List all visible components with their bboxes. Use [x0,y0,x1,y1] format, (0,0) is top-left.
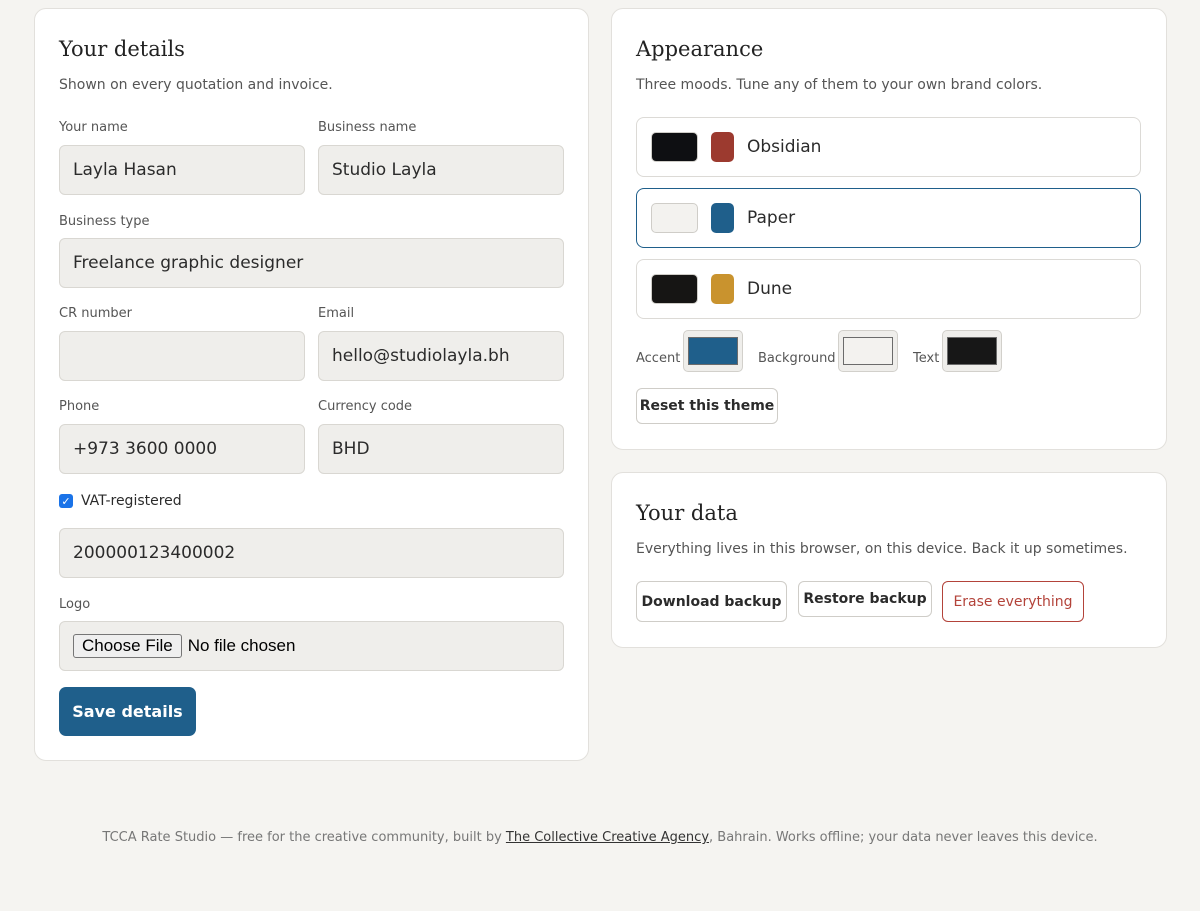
data-title: Your data [636,501,738,525]
vat-number-input[interactable]: 200000123400002 [59,528,564,578]
vat-checkbox[interactable]: ✓ [59,494,73,508]
theme-name: Paper [747,208,796,228]
your-name-label: Your name [59,120,128,135]
background-color-picker[interactable] [838,330,898,372]
cr-number-label: CR number [59,306,132,321]
footer: TCCA Rate Studio — free for the creative… [0,830,1200,845]
appearance-card: Appearance Three moods. Tune any of them… [611,8,1167,450]
background-color-fill [843,337,893,365]
theme-background-swatch [651,132,698,162]
data-subtitle: Everything lives in this browser, on thi… [636,541,1128,557]
theme-background-swatch [651,203,698,233]
text-color-fill [947,337,997,365]
erase-everything-button[interactable]: Erase everything [942,581,1084,622]
currency-code-input[interactable]: BHD [318,424,564,474]
background-picker-label: Background [758,351,836,366]
save-details-button[interactable]: Save details [59,687,196,736]
footer-prefix: TCCA Rate Studio — free for the creative… [102,830,506,845]
details-title: Your details [59,37,185,61]
vat-row: ✓ VAT-registered [59,493,182,509]
theme-accent-swatch [711,132,734,162]
your-name-input[interactable]: Layla Hasan [59,145,305,195]
cr-number-input[interactable] [59,331,305,381]
accent-picker-label: Accent [636,351,681,366]
reset-theme-button[interactable]: Reset this theme [636,388,778,424]
download-backup-button[interactable]: Download backup [636,581,787,622]
file-status: No file chosen [187,636,296,655]
email-label: Email [318,306,355,321]
theme-accent-swatch [711,274,734,304]
appearance-subtitle: Three moods. Tune any of them to your ow… [636,77,1043,93]
restore-backup-button[interactable]: Restore backup [798,581,932,617]
theme-background-swatch [651,274,698,304]
theme-option-paper[interactable]: Paper [636,188,1141,248]
business-type-label: Business type [59,214,150,229]
currency-code-label: Currency code [318,399,413,414]
details-subtitle: Shown on every quotation and invoice. [59,77,333,93]
logo-file-input: Choose File No file chosen [59,621,564,671]
theme-option-dune[interactable]: Dune [636,259,1141,319]
accent-color-fill [688,337,738,365]
business-type-input[interactable]: Freelance graphic designer [59,238,564,288]
email-input[interactable]: hello@studiolayla.bh [318,331,564,381]
details-card: Your details Shown on every quotation an… [34,8,589,761]
accent-color-picker[interactable] [683,330,743,372]
theme-option-obsidian[interactable]: Obsidian [636,117,1141,177]
logo-label: Logo [59,597,91,612]
text-picker-label: Text [913,351,940,366]
footer-suffix: , Bahrain. Works offline; your data neve… [709,830,1098,845]
business-name-label: Business name [318,120,417,135]
data-card: Your data Everything lives in this brows… [611,472,1167,648]
agency-link[interactable]: The Collective Creative Agency [506,830,709,845]
theme-accent-swatch [711,203,734,233]
theme-name: Dune [747,279,793,299]
theme-name: Obsidian [747,137,822,157]
text-color-picker[interactable] [942,330,1002,372]
appearance-title: Appearance [636,37,764,61]
business-name-input[interactable]: Studio Layla [318,145,564,195]
phone-input[interactable]: +973 3600 0000 [59,424,305,474]
phone-label: Phone [59,399,100,414]
vat-label: VAT-registered [81,493,182,509]
choose-file-button[interactable]: Choose File [73,634,182,658]
